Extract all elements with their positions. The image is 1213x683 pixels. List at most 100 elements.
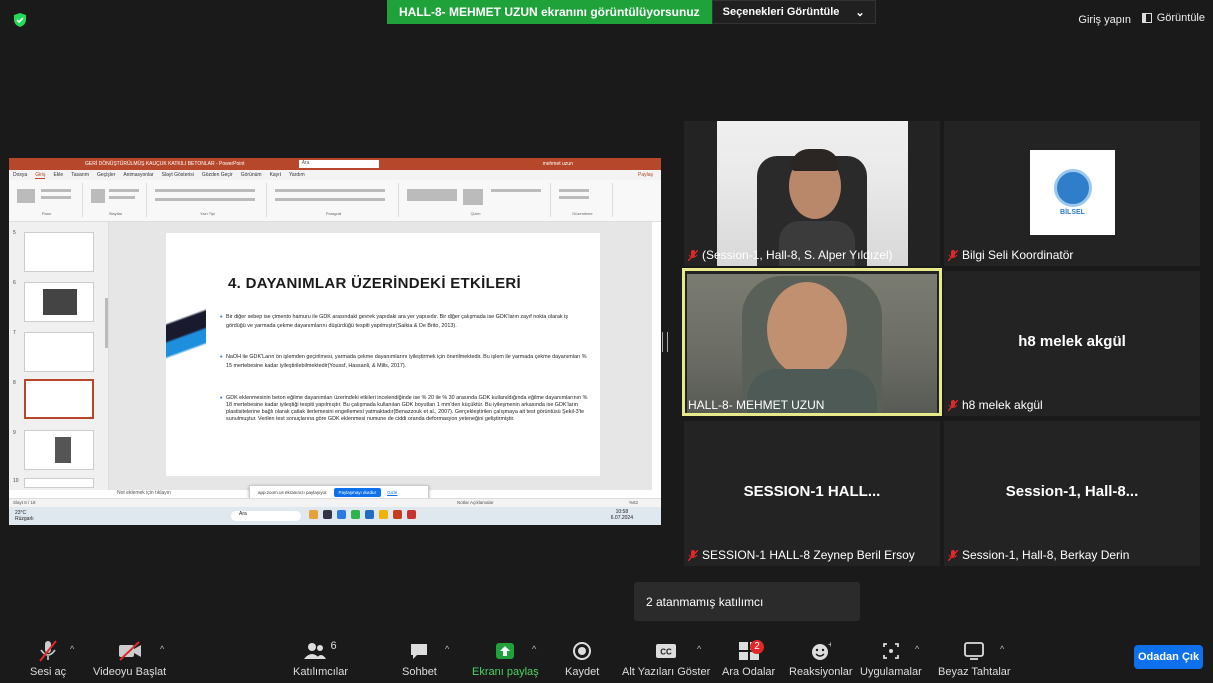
menu-item[interactable]: Ekle bbox=[53, 172, 63, 178]
thumb-number: 8 bbox=[13, 380, 16, 386]
app-icon[interactable] bbox=[365, 510, 374, 519]
view-button[interactable]: Görüntüle bbox=[1141, 12, 1205, 24]
logo-text: BİLSEL bbox=[1060, 209, 1085, 216]
meeting-toolbar: Sesi aç ^ Videoyu Başlat ^ 6 Katılımcıla… bbox=[0, 632, 1213, 683]
breakout-rooms-button[interactable]: 2 Ara Odalar bbox=[722, 640, 775, 678]
participant-name-text: Session-1, Hall-8, Berkay Derin bbox=[962, 548, 1130, 562]
zoom-level[interactable]: %82 bbox=[629, 500, 638, 505]
ribbon-group-label: Çizim bbox=[470, 211, 481, 216]
signin-button[interactable]: Giriş yapın bbox=[1078, 14, 1131, 26]
participant-tile[interactable]: (Session-1, Hall-8, S. Alper Yıldızel) bbox=[684, 121, 940, 266]
menu-item[interactable]: Dosya bbox=[13, 172, 27, 178]
weather-widget[interactable]: 23°C Rüzgarlı bbox=[15, 510, 34, 522]
reactions-button[interactable]: + Reaksiyonlar bbox=[789, 640, 853, 678]
slide-bullet: • NaOH ile GDK'Ların ön işlemden geçirilm… bbox=[220, 353, 588, 371]
split-divider-handle[interactable] bbox=[662, 332, 668, 352]
participant-tile[interactable]: SESSION-1 HALL... SESSION-1 HALL-8 Zeyne… bbox=[684, 421, 940, 566]
view-options-button[interactable]: Seçenekleri Görüntüle ⌄ bbox=[711, 0, 876, 24]
participant-tile[interactable]: BİLSEL Bilgi Seli Koordinatör bbox=[944, 121, 1200, 266]
app-icon[interactable] bbox=[309, 510, 318, 519]
unmute-button[interactable]: Sesi aç bbox=[30, 640, 66, 678]
screen-share-banner: HALL-8- MEHMET UZUN ekranını görüntülüyo… bbox=[387, 0, 876, 24]
participant-tile[interactable]: h8 melek akgül h8 melek akgül bbox=[944, 271, 1200, 416]
folder-icon[interactable] bbox=[379, 510, 388, 519]
taskbar-search[interactable]: Ara bbox=[231, 511, 301, 521]
slide-thumbnail[interactable] bbox=[24, 332, 94, 372]
view-options-label: Seçenekleri Görüntüle bbox=[722, 6, 840, 18]
thumbnail-scrollbar[interactable] bbox=[105, 298, 108, 348]
apps-button[interactable]: Uygulamalar bbox=[860, 640, 922, 678]
slide-thumbnail[interactable] bbox=[24, 430, 94, 470]
security-shield-icon[interactable] bbox=[12, 12, 28, 28]
current-slide[interactable]: 4. DAYANIMLAR ÜZERİNDEKİ ETKİLERİ • Bir d… bbox=[166, 233, 600, 476]
menu-item[interactable]: Slayt Gösterisi bbox=[162, 172, 194, 178]
bilsel-logo-icon bbox=[1053, 169, 1092, 207]
app-icon[interactable] bbox=[323, 510, 332, 519]
taskbar-apps bbox=[309, 510, 416, 519]
menu-item[interactable]: Kayıt bbox=[270, 172, 281, 178]
unassigned-participants-tooltip: 2 atanmamış katılımcı bbox=[634, 582, 860, 621]
ribbon-group-label: Pano bbox=[41, 211, 52, 216]
menu-item[interactable]: Gözden Geçir bbox=[202, 172, 233, 178]
share-screen-button[interactable]: Ekranı paylaş bbox=[472, 640, 539, 678]
start-video-button[interactable]: Videoyu Başlat bbox=[93, 640, 166, 678]
share-options-caret[interactable]: ^ bbox=[532, 644, 536, 654]
notes-comments-toggle[interactable]: Notlar Açıklamalar bbox=[457, 500, 494, 505]
menu-item[interactable]: Geçişler bbox=[97, 172, 115, 178]
apps-label: Uygulamalar bbox=[860, 666, 922, 678]
mic-off-icon bbox=[947, 549, 959, 561]
ribbon-group-label: Slaytlar bbox=[108, 211, 123, 216]
captions-options-caret[interactable]: ^ bbox=[697, 644, 701, 654]
ribbon-group-slides: Slaytlar bbox=[85, 183, 147, 217]
participants-button[interactable]: 6 Katılımcılar bbox=[293, 640, 348, 678]
share-notification-popup: app.zoom.us ekranınızı paylaşıyor. Payla… bbox=[249, 485, 429, 499]
slide-thumbnail[interactable] bbox=[24, 478, 94, 488]
hide-link[interactable]: Gizle bbox=[387, 490, 397, 495]
taskbar-clock[interactable]: 10:58 6.07.2024 bbox=[611, 509, 633, 521]
ribbon-group-label: Paragraf bbox=[325, 211, 342, 216]
participant-name-text: (Session-1, Hall-8, S. Alper Yıldızel) bbox=[702, 248, 893, 262]
participant-display-name: h8 melek akgül bbox=[1018, 333, 1126, 350]
participant-tile[interactable]: Session-1, Hall-8... Session-1, Hall-8, … bbox=[944, 421, 1200, 566]
reactions-label: Reaksiyonlar bbox=[789, 666, 853, 678]
thumb-number: 10 bbox=[13, 478, 19, 484]
slide-thumbnail[interactable] bbox=[24, 232, 94, 272]
stop-sharing-button[interactable]: Paylaşmayı durdur bbox=[333, 487, 382, 497]
menu-item[interactable]: Görünüm bbox=[241, 172, 262, 178]
app-icon[interactable] bbox=[407, 510, 416, 519]
audio-options-caret[interactable]: ^ bbox=[70, 644, 74, 654]
chrome-icon[interactable] bbox=[351, 510, 360, 519]
menu-item[interactable]: Tasarım bbox=[71, 172, 89, 178]
chat-options-caret[interactable]: ^ bbox=[445, 644, 449, 654]
chat-button[interactable]: Sohbet bbox=[402, 640, 437, 678]
powerpoint-icon[interactable] bbox=[393, 510, 402, 519]
apps-options-caret[interactable]: ^ bbox=[915, 644, 919, 654]
menu-item[interactable]: Giriş bbox=[35, 172, 46, 179]
share-button[interactable]: Paylaş bbox=[638, 172, 653, 178]
powerpoint-statusbar: Slayt 8 / 18 Notlar Açıklamalar %82 bbox=[9, 498, 661, 507]
participant-logo: BİLSEL bbox=[1030, 150, 1115, 235]
layout-icon bbox=[1141, 13, 1152, 23]
powerpoint-title: GERİ DÖNÜŞTÜRÜLMÜŞ KAUÇUK KATKILI BETONL… bbox=[85, 161, 245, 167]
bullet-icon: • bbox=[220, 314, 223, 321]
ribbon-group-label: Düzenleme bbox=[572, 211, 593, 216]
thumb-number: 9 bbox=[13, 430, 16, 436]
powerpoint-search[interactable]: Ara bbox=[298, 160, 379, 168]
mic-off-icon bbox=[687, 249, 699, 261]
participant-video bbox=[717, 121, 908, 266]
video-options-caret[interactable]: ^ bbox=[160, 644, 164, 654]
whiteboard-options-caret[interactable]: ^ bbox=[1000, 644, 1004, 654]
app-icon[interactable] bbox=[337, 510, 346, 519]
leave-button[interactable]: Odadan Çık bbox=[1134, 645, 1203, 669]
unmute-label: Sesi aç bbox=[30, 666, 67, 678]
record-button[interactable]: Kaydet bbox=[565, 640, 599, 678]
slide-thumbnail[interactable] bbox=[24, 282, 94, 322]
menu-item[interactable]: Yardım bbox=[289, 172, 305, 178]
slide-thumbnail-selected[interactable] bbox=[24, 379, 94, 419]
whiteboards-label: Beyaz Tahtalar bbox=[938, 666, 1011, 678]
shared-screen[interactable]: GERİ DÖNÜŞTÜRÜLMÜŞ KAUÇUK KATKILI BETONL… bbox=[9, 158, 661, 525]
participants-icon: 6 bbox=[293, 640, 348, 662]
slide-thumbnails-pane: 5 6 7 8 9 10 bbox=[9, 222, 109, 490]
breakout-rooms-label: Ara Odalar bbox=[722, 666, 776, 678]
menu-item[interactable]: Animasyonlar bbox=[123, 172, 153, 178]
